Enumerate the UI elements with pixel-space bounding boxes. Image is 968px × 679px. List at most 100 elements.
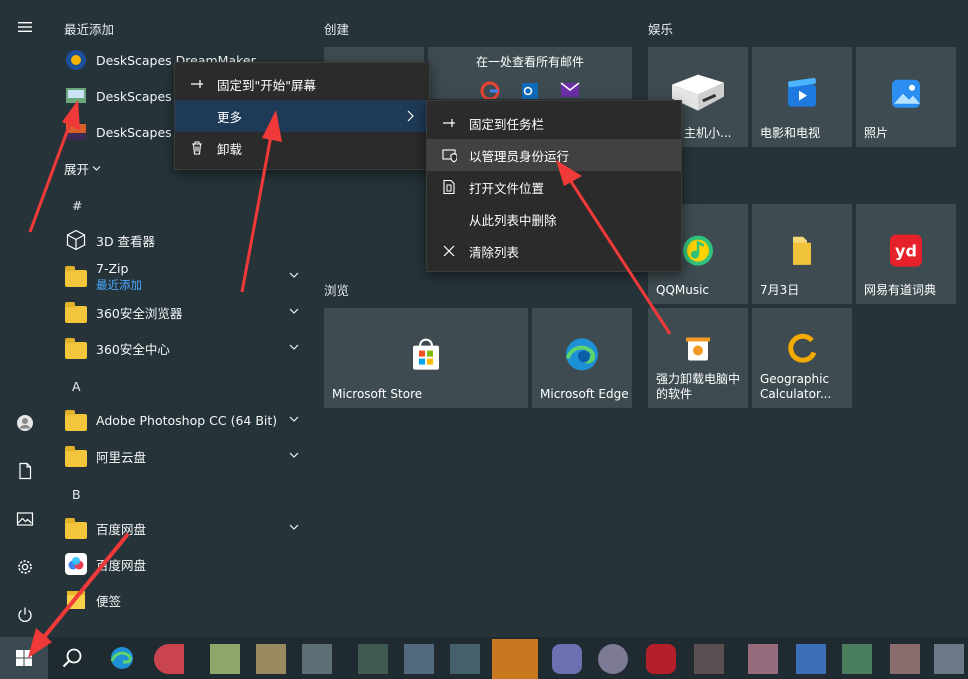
letter-header-hash[interactable]: # <box>72 198 82 213</box>
tile-movies-tv[interactable]: 电影和电视 <box>752 47 852 147</box>
group-title-create: 创建 <box>324 22 350 37</box>
taskbar-app-icon[interactable] <box>890 644 920 674</box>
expand-button[interactable]: 展开 <box>50 150 130 186</box>
folder-icon <box>64 408 88 432</box>
search-button[interactable] <box>48 637 96 679</box>
taskbar-app-icon[interactable] <box>796 644 826 674</box>
chevron-down-icon[interactable] <box>288 413 300 425</box>
menu-item-run-as-admin[interactable]: 以管理员身份运行 <box>427 139 681 171</box>
pin-icon <box>189 76 205 92</box>
taskbar-app-icon[interactable] <box>646 644 676 674</box>
tile-label: Geographic Calculator... <box>760 372 832 401</box>
tile-label: 强力卸载电脑中的软件 <box>656 372 741 401</box>
list-item[interactable]: Adobe Photoshop CC (64 Bit) <box>50 402 310 438</box>
list-item[interactable]: 百度网盘 <box>50 546 310 582</box>
hamburger-button[interactable] <box>0 5 50 49</box>
cube-icon <box>64 228 88 252</box>
mail-icon <box>560 82 580 97</box>
app-label: Adobe Photoshop CC (64 Bit) <box>96 412 278 428</box>
tile-label: Microsoft Store <box>332 387 423 401</box>
power-button[interactable] <box>0 593 50 637</box>
list-item[interactable]: 便签 <box>50 582 310 618</box>
documents-button[interactable] <box>0 449 50 493</box>
deskscapes-icon <box>64 84 88 108</box>
expand-label: 展开 <box>64 161 90 177</box>
taskbar-app-icon[interactable] <box>842 644 872 674</box>
folder-icon <box>793 236 811 265</box>
tile-microsoft-edge[interactable]: Microsoft Edge <box>532 308 632 408</box>
taskbar <box>0 637 968 679</box>
tile-microsoft-store[interactable]: Microsoft Store <box>324 308 528 408</box>
menu-item-remove-from-list[interactable]: 从此列表中删除 <box>427 203 681 235</box>
menu-item-clear-list[interactable]: 清除列表 <box>427 235 681 267</box>
menu-item-pin-to-taskbar[interactable]: 固定到任务栏 <box>427 107 681 139</box>
picture-icon <box>16 512 34 526</box>
chevron-down-icon[interactable] <box>288 449 300 461</box>
list-item[interactable]: 阿里云盘 <box>50 438 310 474</box>
tile-label: 照片 <box>864 126 889 140</box>
taskbar-app-icon-active[interactable] <box>492 639 538 679</box>
taskbar-app-icon[interactable] <box>598 644 628 674</box>
tile-uninstaller[interactable]: 强力卸载电脑中的软件 <box>648 308 748 408</box>
menu-item-label: 固定到"开始"屏幕 <box>217 77 316 93</box>
menu-item-uninstall[interactable]: 卸载 <box>175 132 429 164</box>
letter-header-a[interactable]: A <box>72 379 81 394</box>
taskbar-app-icon[interactable] <box>934 644 964 674</box>
settings-button[interactable] <box>0 545 50 589</box>
taskbar-app-icon[interactable] <box>552 644 582 674</box>
chevron-down-icon[interactable] <box>288 305 300 317</box>
folder-icon <box>64 516 88 540</box>
tile-mail[interactable]: 在一处查看所有邮件 <box>428 47 632 99</box>
start-button[interactable] <box>0 637 48 679</box>
user-account-button[interactable] <box>0 401 50 445</box>
edge-icon <box>566 338 598 371</box>
chevron-down-icon[interactable] <box>288 521 300 533</box>
folder-icon <box>64 336 88 360</box>
app-label: 百度网盘 <box>96 521 147 537</box>
taskbar-app-icon[interactable] <box>154 644 184 674</box>
shield-icon <box>441 147 457 163</box>
menu-item-open-file-location[interactable]: 打开文件位置 <box>427 171 681 203</box>
taskbar-app-icon[interactable] <box>210 644 240 674</box>
taskbar-app-icon[interactable] <box>694 644 724 674</box>
baidu-netdisk-icon <box>64 552 88 576</box>
taskbar-edge-button[interactable] <box>98 637 146 679</box>
outlook-icon <box>522 83 538 99</box>
menu-item-label: 固定到任务栏 <box>469 116 545 132</box>
app-label: DeskScapes D <box>96 88 186 104</box>
taskbar-app-icon[interactable] <box>450 644 480 674</box>
geographic-calculator-icon <box>788 333 817 363</box>
taskbar-app-icon[interactable] <box>302 644 332 674</box>
youdao-icon: yd <box>890 234 922 267</box>
context-menu: 固定到"开始"屏幕 更多 卸载 <box>174 62 430 170</box>
pictures-button[interactable] <box>0 497 50 541</box>
movies-tv-icon <box>787 77 817 107</box>
sticky-notes-icon <box>64 588 88 612</box>
taskbar-app-icon[interactable] <box>404 644 434 674</box>
list-item[interactable]: 360安全中心 <box>50 330 310 366</box>
chevron-down-icon[interactable] <box>288 341 300 353</box>
tile-youdao-dict[interactable]: yd 网易有道词典 <box>856 204 956 304</box>
menu-item-pin-to-start[interactable]: 固定到"开始"屏幕 <box>175 68 429 100</box>
tile-label: 网易有道词典 <box>864 283 937 297</box>
taskbar-app-icon[interactable] <box>358 644 388 674</box>
app-label: 便签 <box>96 593 122 609</box>
tile-geographic-calculator[interactable]: Geographic Calculator... <box>752 308 852 408</box>
folder-icon <box>64 444 88 468</box>
list-item[interactable]: 7-Zip 最近添加 <box>50 258 310 294</box>
tile-label: 7月3日 <box>760 283 800 297</box>
list-item[interactable]: 百度网盘 <box>50 510 310 546</box>
svg-text:yd: yd <box>895 242 917 261</box>
tile-photos[interactable]: 照片 <box>856 47 956 147</box>
list-item[interactable]: 3D 查看器 <box>50 222 310 258</box>
chevron-down-icon[interactable] <box>288 269 300 281</box>
start-menu: 最近添加 DeskScapes DreamMaker DeskScapes D … <box>0 0 968 637</box>
taskbar-app-icon[interactable] <box>748 644 778 674</box>
google-icon <box>480 81 500 99</box>
taskbar-app-icon[interactable] <box>256 644 286 674</box>
menu-item-label: 卸载 <box>217 141 243 157</box>
list-item[interactable]: 360安全浏览器 <box>50 294 310 330</box>
tile-folder-date[interactable]: 7月3日 <box>752 204 852 304</box>
menu-item-more[interactable]: 更多 <box>175 100 429 132</box>
letter-header-b[interactable]: B <box>72 487 81 502</box>
